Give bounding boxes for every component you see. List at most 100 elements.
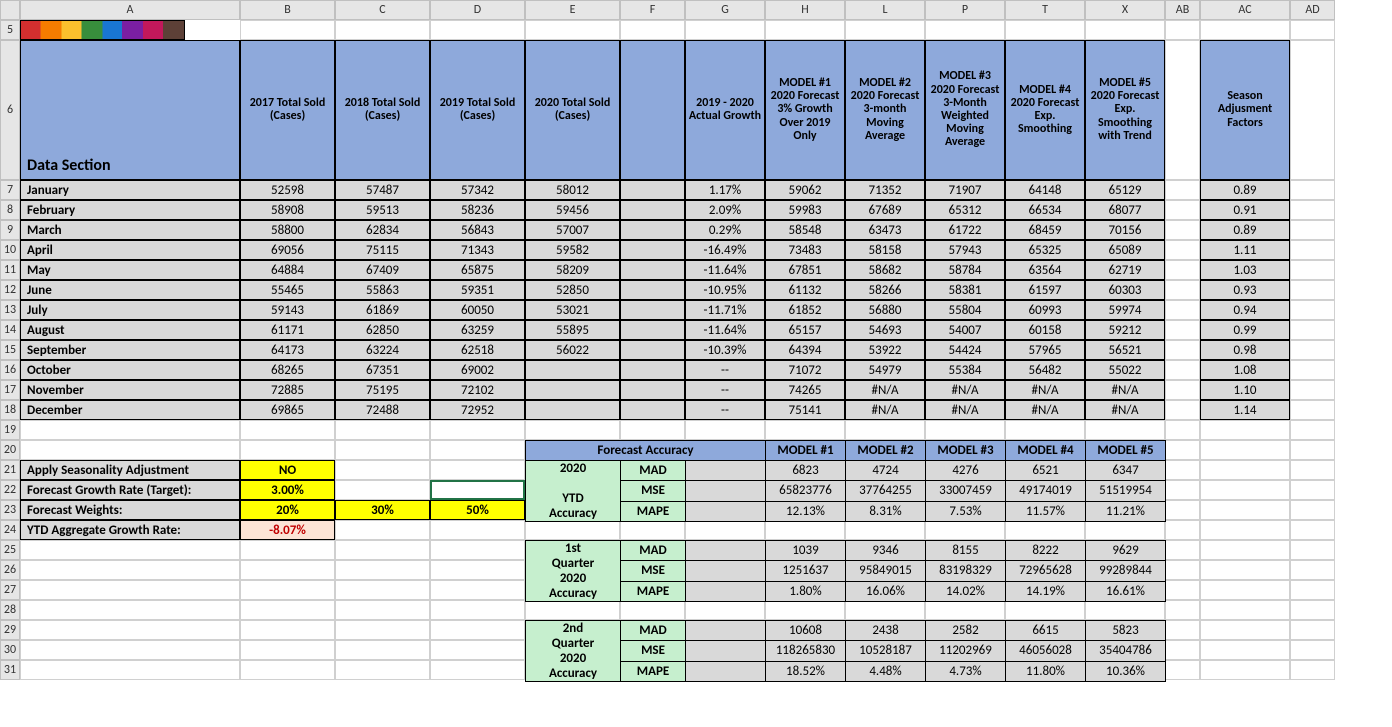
cell[interactable]: 65157: [765, 320, 845, 340]
cell[interactable]: 1.17%: [685, 180, 765, 200]
cell[interactable]: 58158: [845, 240, 925, 260]
row-header[interactable]: 5: [0, 20, 20, 40]
param-w2[interactable]: 30%: [335, 500, 430, 520]
param-ytd-val[interactable]: -8.07%: [240, 520, 335, 540]
cell[interactable]: --: [685, 360, 765, 380]
cell[interactable]: 60050: [430, 300, 525, 320]
cell[interactable]: 58548: [765, 220, 845, 240]
cell[interactable]: 62834: [335, 220, 430, 240]
row-header[interactable]: 10: [0, 240, 20, 260]
cell[interactable]: 1.03: [1200, 260, 1290, 280]
cell[interactable]: 71907: [925, 180, 1005, 200]
cell[interactable]: 75141: [765, 400, 845, 420]
cell[interactable]: 0.89: [1200, 180, 1290, 200]
row-header[interactable]: 20: [0, 440, 20, 460]
cell[interactable]: 54007: [925, 320, 1005, 340]
cell[interactable]: 64173: [240, 340, 335, 360]
cell[interactable]: 71352: [845, 180, 925, 200]
cell[interactable]: 69865: [240, 400, 335, 420]
cell[interactable]: 61722: [925, 220, 1005, 240]
cell[interactable]: 58012: [525, 180, 620, 200]
cell[interactable]: [525, 360, 620, 380]
cell[interactable]: [620, 220, 685, 240]
cell[interactable]: 62518: [430, 340, 525, 360]
cell[interactable]: 58784: [925, 260, 1005, 280]
cell[interactable]: #N/A: [1005, 380, 1085, 400]
cell[interactable]: 65089: [1085, 240, 1165, 260]
month-label[interactable]: September: [20, 340, 240, 360]
row-header[interactable]: 23: [0, 500, 20, 520]
month-label[interactable]: October: [20, 360, 240, 380]
param-w3[interactable]: 50%: [430, 500, 525, 520]
row-header[interactable]: 14: [0, 320, 20, 340]
cell[interactable]: 58908: [240, 200, 335, 220]
month-label[interactable]: December: [20, 400, 240, 420]
cell[interactable]: 59983: [765, 200, 845, 220]
col-header[interactable]: E: [525, 0, 620, 20]
row-header[interactable]: 29: [0, 620, 20, 640]
cell[interactable]: 55895: [525, 320, 620, 340]
cell[interactable]: 71343: [430, 240, 525, 260]
cell[interactable]: 65129: [1085, 180, 1165, 200]
col-header[interactable]: H: [765, 0, 845, 20]
month-label[interactable]: June: [20, 280, 240, 300]
row-header[interactable]: 13: [0, 300, 20, 320]
col-header[interactable]: A: [20, 0, 240, 20]
cell[interactable]: 0.93: [1200, 280, 1290, 300]
cell[interactable]: 55022: [1085, 360, 1165, 380]
cell[interactable]: 1.10: [1200, 380, 1290, 400]
col-header[interactable]: D: [430, 0, 525, 20]
row-header[interactable]: 21: [0, 460, 20, 480]
cell[interactable]: 2.09%: [685, 200, 765, 220]
cell[interactable]: 59143: [240, 300, 335, 320]
cell[interactable]: 72102: [430, 380, 525, 400]
selected-cell[interactable]: [430, 480, 525, 500]
col-header[interactable]: AC: [1200, 0, 1290, 20]
col-header[interactable]: C: [335, 0, 430, 20]
cell[interactable]: 61869: [335, 300, 430, 320]
cell[interactable]: 64884: [240, 260, 335, 280]
cell[interactable]: 57965: [1005, 340, 1085, 360]
row-header[interactable]: 18: [0, 400, 20, 420]
cell[interactable]: 57487: [335, 180, 430, 200]
cell[interactable]: 58209: [525, 260, 620, 280]
cell[interactable]: 52850: [525, 280, 620, 300]
row-header[interactable]: 22: [0, 480, 20, 500]
cell[interactable]: #N/A: [925, 380, 1005, 400]
cell[interactable]: 54424: [925, 340, 1005, 360]
cell[interactable]: 65312: [925, 200, 1005, 220]
cell[interactable]: 1.14: [1200, 400, 1290, 420]
cell[interactable]: 73483: [765, 240, 845, 260]
month-label[interactable]: April: [20, 240, 240, 260]
cell[interactable]: [525, 380, 620, 400]
cell[interactable]: 68459: [1005, 220, 1085, 240]
cell[interactable]: 63473: [845, 220, 925, 240]
cell[interactable]: 75195: [335, 380, 430, 400]
cell[interactable]: 59582: [525, 240, 620, 260]
cell[interactable]: 72952: [430, 400, 525, 420]
cell[interactable]: 63224: [335, 340, 430, 360]
cell[interactable]: 59351: [430, 280, 525, 300]
row-header[interactable]: 12: [0, 280, 20, 300]
cell[interactable]: 0.94: [1200, 300, 1290, 320]
cell[interactable]: --: [685, 400, 765, 420]
cell[interactable]: [620, 300, 685, 320]
cell[interactable]: -10.95%: [685, 280, 765, 300]
cell[interactable]: 60158: [1005, 320, 1085, 340]
row-header[interactable]: 6: [0, 40, 20, 180]
cell[interactable]: [525, 400, 620, 420]
cell[interactable]: 63564: [1005, 260, 1085, 280]
month-label[interactable]: July: [20, 300, 240, 320]
col-header[interactable]: AB: [1165, 0, 1200, 20]
cell[interactable]: 66534: [1005, 200, 1085, 220]
row-header[interactable]: 19: [0, 420, 20, 440]
cell[interactable]: 56521: [1085, 340, 1165, 360]
month-label[interactable]: November: [20, 380, 240, 400]
cell[interactable]: [620, 280, 685, 300]
param-growth-val[interactable]: 3.00%: [240, 480, 335, 500]
row-header[interactable]: 11: [0, 260, 20, 280]
cell[interactable]: [620, 200, 685, 220]
row-header[interactable]: 30: [0, 640, 20, 660]
cell[interactable]: 1.08: [1200, 360, 1290, 380]
col-header[interactable]: P: [925, 0, 1005, 20]
